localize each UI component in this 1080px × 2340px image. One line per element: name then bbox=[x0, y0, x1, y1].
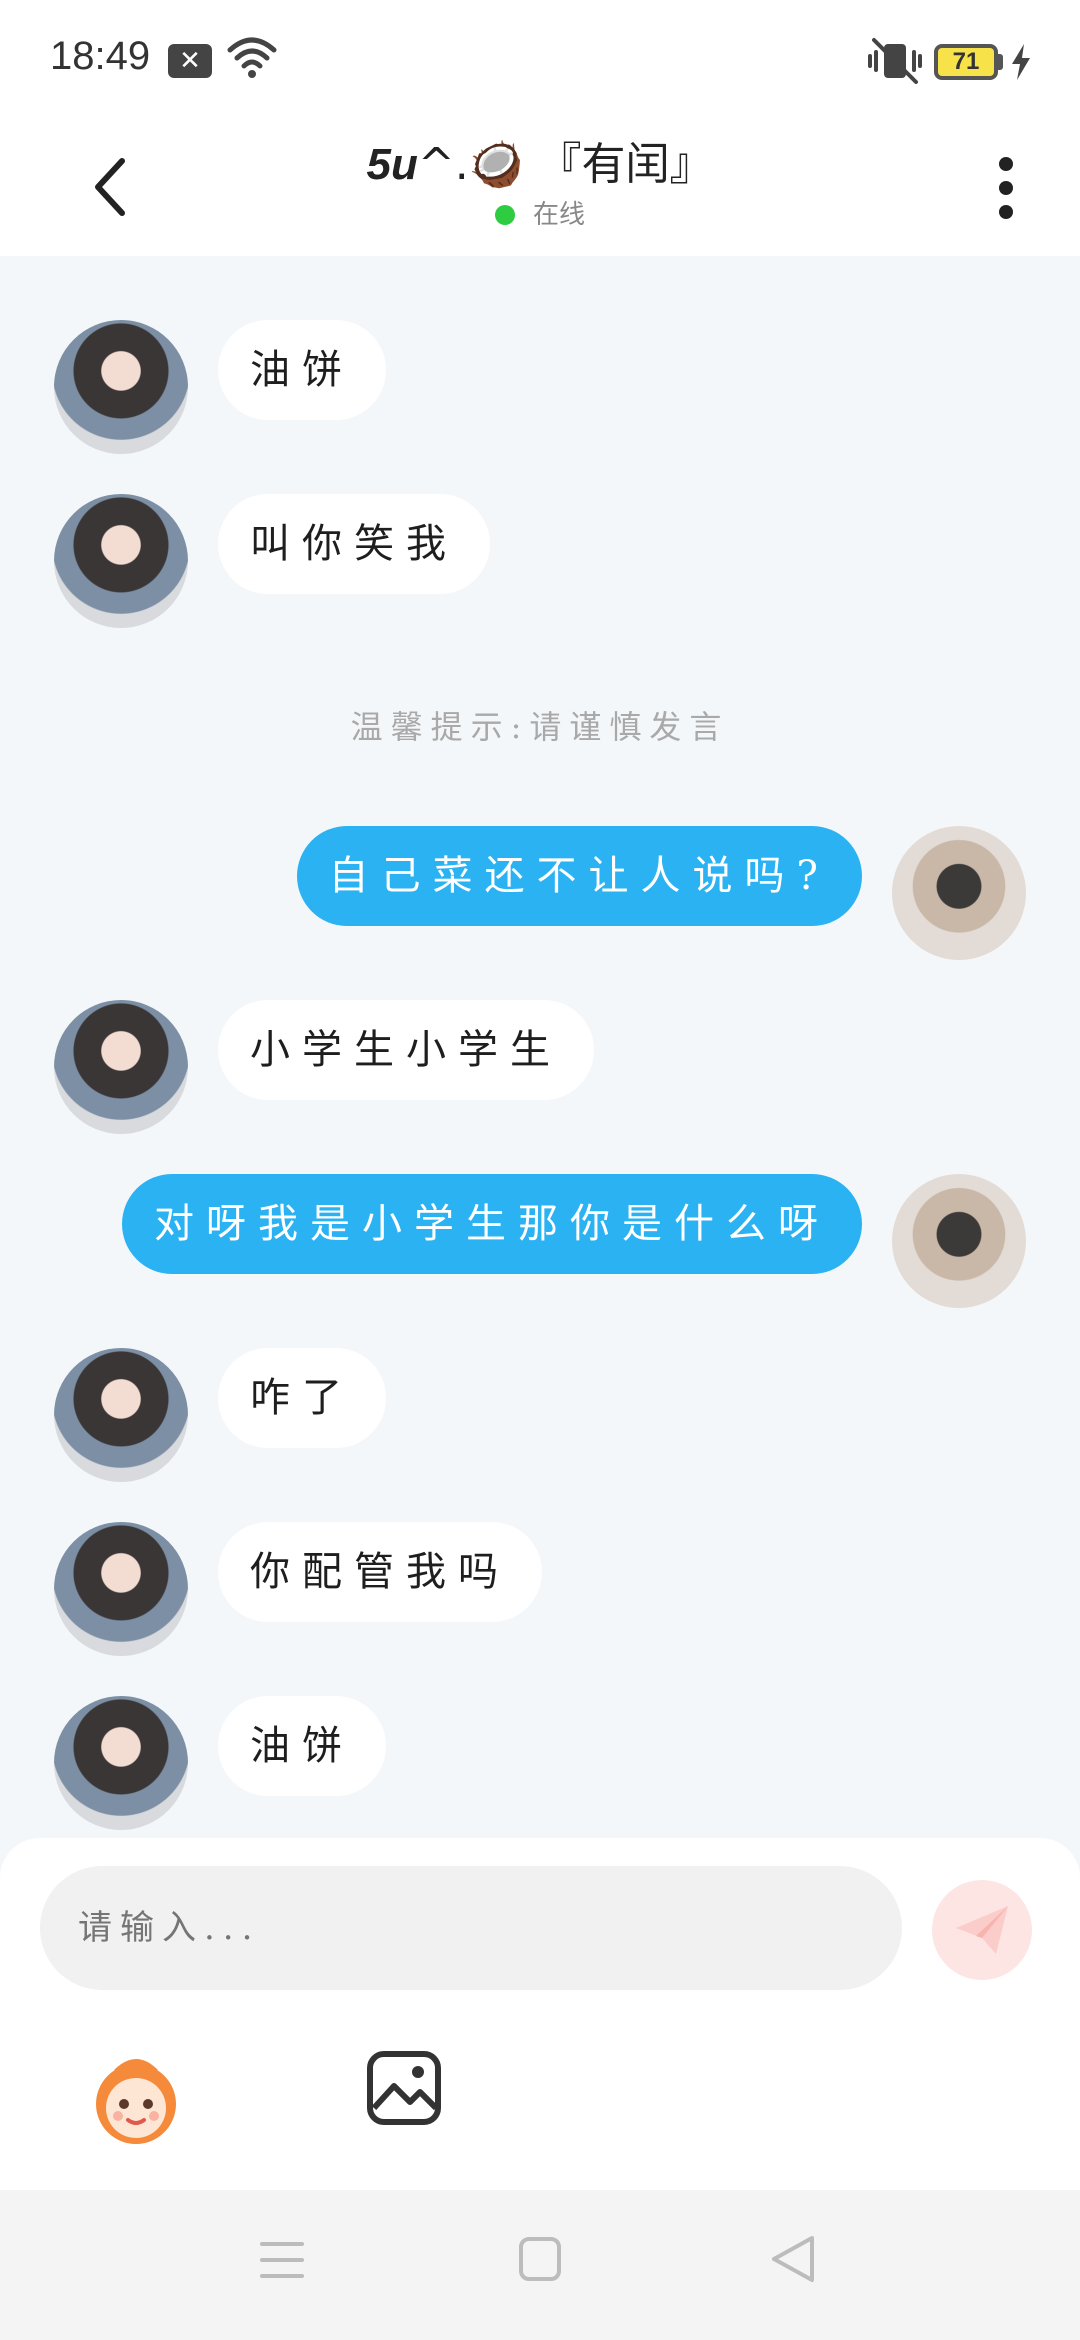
message-bubble-incoming: 油饼 bbox=[218, 320, 386, 420]
charging-icon bbox=[1012, 44, 1030, 80]
home-button[interactable] bbox=[518, 2236, 562, 2282]
title-symbols: ^. bbox=[417, 139, 469, 190]
title-name: 5u bbox=[366, 140, 418, 189]
image-picker-button[interactable] bbox=[366, 2050, 442, 2126]
more-dot-icon bbox=[999, 205, 1013, 219]
contact-avatar[interactable] bbox=[54, 1696, 188, 1830]
nav-back-button[interactable] bbox=[770, 2234, 816, 2284]
message-bubble-outgoing: 对呀我是小学生那你是什么呀 bbox=[122, 1174, 862, 1274]
input-panel bbox=[0, 1838, 1080, 2190]
message-bubble-outgoing: 自己菜还不让人说吗? bbox=[296, 826, 862, 926]
chat-title: 5u^.🥥 『有闰』 bbox=[0, 128, 1080, 192]
contact-avatar[interactable] bbox=[54, 1000, 188, 1134]
online-status: 在线 bbox=[0, 194, 1080, 231]
message-bubble-incoming: 小学生小学生 bbox=[218, 1000, 594, 1100]
notification-x-icon: ✕ bbox=[168, 44, 212, 78]
recent-apps-button[interactable] bbox=[258, 2238, 306, 2282]
my-avatar[interactable] bbox=[892, 1174, 1026, 1308]
chat-header: 5u^.🥥 『有闰』 在线 bbox=[0, 120, 1080, 256]
contact-avatar[interactable] bbox=[54, 494, 188, 628]
message-bubble-incoming: 你配管我吗 bbox=[218, 1522, 542, 1622]
coconut-emoji: 🥥 bbox=[468, 139, 524, 190]
vibrate-off-icon bbox=[868, 38, 922, 84]
message-bubble-incoming: 咋了 bbox=[218, 1348, 386, 1448]
wifi-icon bbox=[227, 37, 277, 78]
message-bubble-incoming: 叫你笑我 bbox=[218, 494, 490, 594]
online-dot-icon bbox=[494, 205, 515, 225]
send-button[interactable] bbox=[932, 1880, 1032, 1980]
more-options-button[interactable] bbox=[982, 140, 1030, 236]
contact-avatar[interactable] bbox=[54, 1522, 188, 1656]
system-tip: 温馨提示:请谨慎发言 bbox=[350, 708, 730, 746]
message-input[interactable] bbox=[40, 1866, 902, 1990]
my-avatar[interactable] bbox=[892, 826, 1026, 960]
contact-avatar[interactable] bbox=[54, 1348, 188, 1482]
status-time: 18:49 bbox=[50, 34, 151, 78]
contact-avatar[interactable] bbox=[54, 320, 188, 454]
battery-indicator: 71 bbox=[934, 44, 998, 80]
system-nav-bar bbox=[0, 2190, 1080, 2340]
title-suffix: 『有闰』 bbox=[537, 139, 714, 190]
paper-plane-icon bbox=[956, 1906, 1008, 1954]
message-bubble-incoming: 油饼 bbox=[218, 1696, 386, 1796]
status-bar: 18:49 ✕ 71 bbox=[0, 0, 1080, 120]
online-status-label: 在线 bbox=[532, 200, 585, 230]
emoji-sticker-button[interactable] bbox=[84, 2046, 188, 2150]
battery-nub bbox=[998, 54, 1003, 70]
more-dot-icon bbox=[999, 181, 1013, 195]
more-dot-icon bbox=[999, 157, 1013, 171]
